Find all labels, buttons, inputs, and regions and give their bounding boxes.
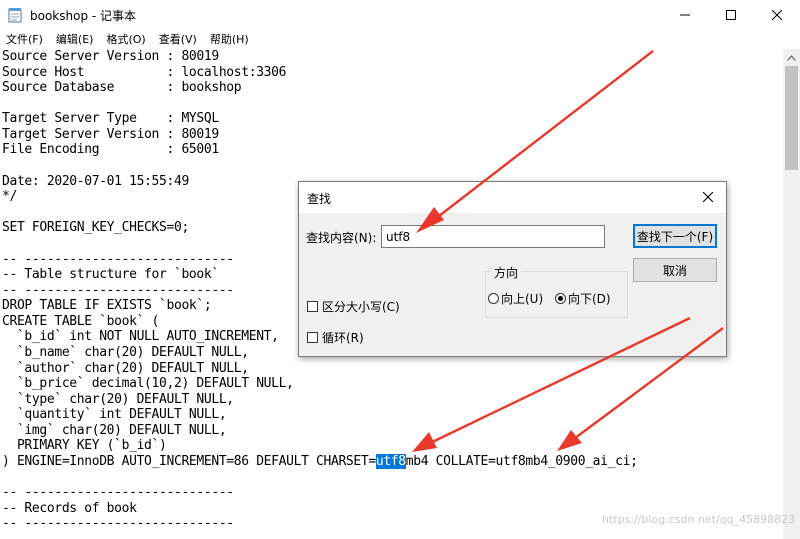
find-what-input[interactable] [381, 225, 605, 248]
match-case-checkbox[interactable]: 区分大小写(C) [307, 298, 400, 315]
direction-down-label: 向下(D) [568, 292, 611, 306]
direction-up-radio[interactable]: 向上(U) [488, 290, 543, 307]
direction-down-radio[interactable]: 向下(D) [555, 290, 611, 307]
close-icon [772, 10, 782, 20]
minimize-icon [680, 14, 690, 16]
radio-button-icon [555, 293, 566, 304]
watermark-text: https://blog.csdn.net/qq_45898823 [602, 513, 796, 526]
window-title: bookshop - 记事本 [30, 9, 137, 23]
editor-line: PRIMARY KEY (`b_id`) [2, 438, 167, 454]
editor-line: File Encoding : 65001 [2, 142, 219, 158]
vertical-scrollbar[interactable] [783, 49, 800, 539]
radio-button-icon [488, 293, 499, 304]
checkbox-icon [307, 301, 318, 312]
dialog-close-button[interactable] [695, 185, 721, 209]
editor-line: `type` char(20) DEFAULT NULL, [2, 391, 234, 407]
maximize-icon [726, 10, 736, 20]
scrollbar-thumb[interactable] [785, 66, 798, 170]
editor-line: ) ENGINE=InnoDB AUTO_INCREMENT=86 DEFAUL… [0, 454, 783, 470]
menu-help[interactable]: 帮助(H) [204, 30, 256, 49]
menu-file[interactable]: 文件(F) [0, 30, 50, 49]
editor-line: `img` char(20) DEFAULT NULL, [2, 422, 227, 438]
window-titlebar: bookshop - 记事本 [0, 0, 800, 30]
editor-line: Target Server Version : 80019 [2, 126, 219, 142]
search-match-highlight: utf8 [375, 454, 406, 470]
checkbox-icon [307, 332, 318, 343]
wrap-around-label: 循环(R) [322, 331, 364, 345]
editor-line: Target Server Type : MYSQL [2, 111, 219, 127]
direction-up-label: 向上(U) [501, 292, 544, 306]
menu-bar: 文件(F) 编辑(E) 格式(O) 查看(V) 帮助(H) [0, 30, 800, 49]
editor-line: `quantity` int DEFAULT NULL, [2, 407, 227, 423]
dialog-titlebar: 查找 [299, 182, 726, 213]
editor-line: `author` char(20) DEFAULT NULL, [2, 360, 249, 376]
editor-line: `b_price` decimal(10,2) DEFAULT NULL, [2, 376, 294, 392]
wrap-around-checkbox[interactable]: 循环(R) [307, 329, 364, 346]
close-window-button[interactable] [754, 0, 800, 30]
cancel-button[interactable]: 取消 [633, 258, 717, 282]
find-dialog: 查找 查找内容(N): 查找下一个(F) 取消 方向 向上(U) 向下(D) 区… [298, 181, 727, 357]
scroll-up-button[interactable] [783, 49, 800, 66]
menu-view[interactable]: 查看(V) [153, 30, 204, 49]
editor-line: Source Host : localhost:3306 [2, 64, 287, 80]
editor-line: Source Database : bookshop [2, 80, 242, 96]
menu-edit[interactable]: 编辑(E) [50, 30, 101, 49]
editor-line: Source Server Version : 80019 [2, 49, 219, 64]
line-text-before-match: ) ENGINE=InnoDB AUTO_INCREMENT=86 DEFAUL… [2, 454, 376, 470]
close-icon [703, 192, 713, 202]
line-text-after-match: mb4 COLLATE=utf8mb4_0900_ai_ci; [405, 454, 638, 470]
match-case-label: 区分大小写(C) [322, 300, 400, 314]
notepad-icon [8, 8, 22, 23]
find-next-button[interactable]: 查找下一个(F) [633, 224, 717, 248]
direction-label: 方向 [491, 264, 522, 281]
editor-line: -- ---------------------------- [2, 485, 234, 501]
chevron-up-icon [787, 54, 796, 61]
find-what-label: 查找内容(N): [306, 231, 377, 245]
maximize-button[interactable] [708, 0, 754, 30]
minimize-button[interactable] [662, 0, 708, 30]
menu-format[interactable]: 格式(O) [100, 30, 152, 49]
dialog-title: 查找 [307, 192, 332, 206]
